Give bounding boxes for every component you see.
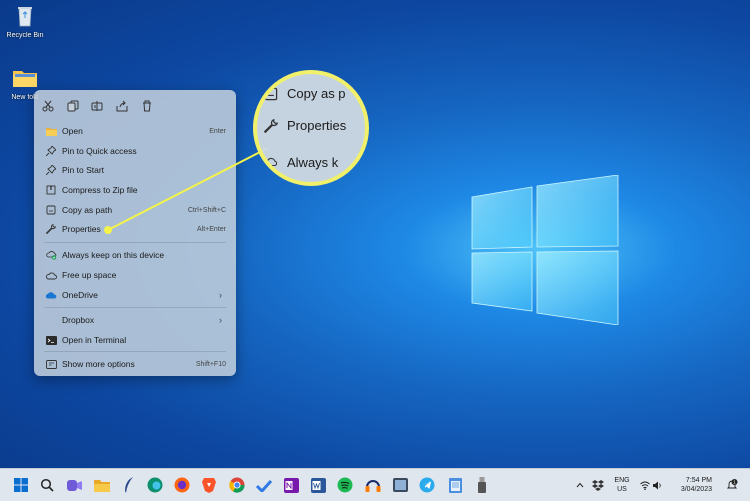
audacity-icon (365, 479, 381, 492)
usb-icon (478, 477, 486, 493)
todo-icon (256, 479, 272, 492)
tray-overflow-chevron[interactable] (576, 469, 584, 501)
taskbar-app-brave[interactable] (200, 476, 218, 494)
brave-icon (202, 478, 216, 493)
taskbar-app-onenote[interactable] (282, 476, 300, 494)
taskbar-app-usb[interactable] (473, 476, 491, 494)
taskbar-search-button[interactable] (38, 476, 56, 494)
wifi-icon (640, 481, 650, 490)
edge-icon (147, 477, 163, 493)
start-button[interactable] (12, 476, 30, 494)
cloud-check-icon (261, 156, 281, 170)
copy-path-icon (261, 87, 281, 101)
firefox-icon (174, 477, 190, 493)
taskbar-app-todo[interactable] (255, 476, 273, 494)
taskbar-app-firefox[interactable] (173, 476, 191, 494)
taskbar-app-spotify[interactable] (336, 476, 354, 494)
spotify-icon (337, 477, 353, 493)
clock-time: 7:54 PM (685, 477, 712, 484)
magnified-item-always-keep: Always k (261, 155, 338, 170)
start-icon (14, 478, 28, 492)
taskbar-app-photos[interactable] (391, 476, 409, 494)
photos-icon (392, 478, 408, 492)
meet-icon (66, 479, 82, 491)
taskbar-app-audacity[interactable] (364, 476, 382, 494)
taskbar-app-telegram[interactable] (418, 476, 436, 494)
word-icon (310, 477, 326, 493)
taskbar-app-word[interactable] (309, 476, 327, 494)
tray-notifications[interactable]: 1 (726, 469, 738, 501)
taskbar-app-chrome[interactable] (228, 476, 246, 494)
file-explorer-icon (94, 479, 110, 492)
desktop: Recycle Bin New fold Open Enter Pin to Q… (0, 0, 750, 468)
onenote-icon (283, 477, 299, 493)
magnified-label: Always k (287, 155, 339, 170)
chrome-icon (229, 477, 245, 493)
tray-wifi[interactable] (640, 469, 650, 501)
chevron-up-icon (576, 482, 584, 488)
keyboard-layout: US (617, 486, 627, 493)
tray-clock[interactable]: 7:54 PM 3/04/2023 (662, 469, 712, 501)
magnified-item-copy-as-path: Copy as p (261, 86, 346, 101)
taskbar-app-notepad[interactable] (446, 476, 464, 494)
magnified-label: Copy as p (287, 86, 346, 101)
tray-dropbox[interactable] (592, 469, 604, 501)
feather-icon (125, 477, 133, 493)
magnifier-callout: Copy as p Properties Always k (253, 70, 369, 186)
pointer-dot (104, 226, 112, 234)
callout-line (107, 147, 269, 231)
taskbar-app-meet[interactable] (65, 476, 83, 494)
taskbar-app-file-explorer[interactable] (93, 476, 111, 494)
taskbar-app-feather[interactable] (120, 476, 138, 494)
notification-bell-icon: 1 (726, 479, 738, 489)
dropbox-icon (592, 479, 604, 491)
clock-date: 3/04/2023 (680, 486, 712, 493)
wrench-icon (261, 118, 281, 133)
tray-language[interactable]: ENG US (610, 469, 634, 501)
language-code: ENG (614, 477, 630, 484)
taskbar-app-edge[interactable] (146, 476, 164, 494)
notepad-icon (448, 478, 462, 493)
magnified-label: Properties (287, 118, 347, 133)
search-icon (40, 478, 54, 492)
telegram-icon (419, 477, 435, 493)
magnified-item-properties: Properties (261, 118, 346, 133)
taskbar: ENG US 7:54 PM 3/04/2023 1 (0, 468, 750, 501)
